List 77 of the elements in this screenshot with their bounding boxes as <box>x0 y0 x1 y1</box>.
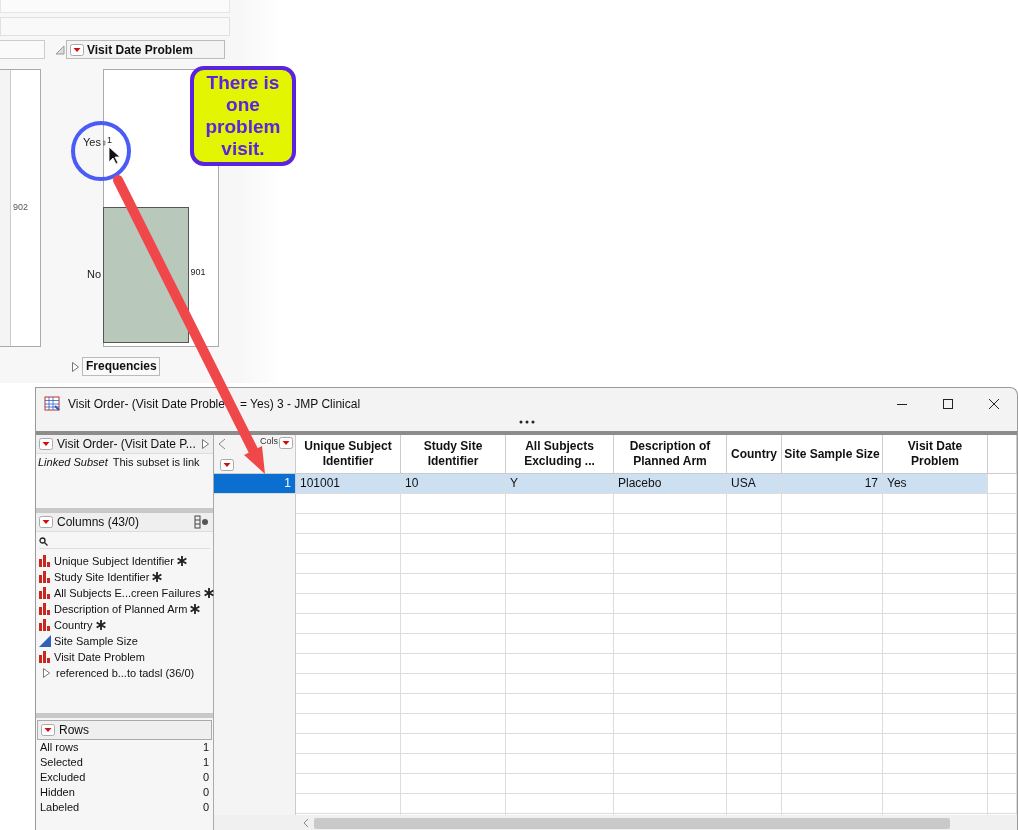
column-header[interactable]: Visit Date Problem <box>883 435 988 473</box>
table-row[interactable]: 1 101001 10 Y Placebo USA 17 Yes <box>214 474 1017 494</box>
category-label: No <box>86 268 101 280</box>
rows-count: 1 <box>202 740 209 755</box>
bar-chart-icon <box>39 555 51 567</box>
rows-label: Excluded <box>40 770 86 785</box>
column-name[interactable]: Country <box>54 619 93 631</box>
column-header[interactable]: Country <box>727 435 782 473</box>
corner-icon <box>55 44 65 55</box>
outline-header[interactable]: Frequencies <box>82 357 160 376</box>
column-name[interactable]: Study Site Identifier <box>54 571 150 583</box>
panel-title: Visit Order- (Visit Date P... <box>57 437 197 451</box>
rows-label: Hidden <box>40 785 75 800</box>
rows-label: Labeled <box>40 800 80 815</box>
column-header[interactable]: Study Site Identifier <box>401 435 506 473</box>
table-cell: Y <box>506 474 614 493</box>
disclosure-icon[interactable] <box>201 438 210 450</box>
ramp-icon <box>39 635 51 647</box>
bar-chart-icon <box>39 651 51 663</box>
window-title: = Yes) 3 - JMP Clinical <box>239 396 361 411</box>
bar-chart-icon <box>39 619 51 631</box>
property-name: Linked Subset <box>38 456 108 468</box>
panel-title: Columns (43/0) <box>57 515 141 529</box>
count-label: 902 <box>13 202 29 213</box>
table-cell: 101001 <box>296 474 401 493</box>
corner-label: Cols <box>260 436 278 446</box>
outline-header[interactable]: Visit Date Problem <box>66 40 225 59</box>
column-name[interactable]: Description of Planned Arm <box>54 603 188 615</box>
column-settings-icon[interactable] <box>194 515 210 529</box>
pointer-icon <box>108 146 121 165</box>
table-cell: Placebo <box>614 474 727 493</box>
dropdown-icon[interactable] <box>220 459 234 471</box>
column-name[interactable]: Site Sample Size <box>54 635 138 647</box>
column-header[interactable]: Unique Subject Identifier <box>296 435 401 473</box>
callout: There is one problem visit. <box>190 66 296 166</box>
column-group[interactable]: referenced b...to tadsl (36/0) <box>56 667 195 679</box>
count-label: 1 <box>107 135 112 145</box>
count-label: 901 <box>190 267 206 277</box>
highlight-circle <box>71 121 131 181</box>
table-cell: USA <box>727 474 782 493</box>
search-icon <box>39 536 48 546</box>
row-number[interactable]: 1 <box>214 474 296 493</box>
column-header[interactable]: All Subjects Excluding ... <box>506 435 614 473</box>
rows-count: 0 <box>202 785 209 800</box>
rows-count: 0 <box>202 800 209 815</box>
data-table-icon <box>44 395 60 412</box>
category-label: Yes <box>83 136 101 148</box>
disclosure-icon[interactable] <box>71 360 80 373</box>
horizontal-scrollbar[interactable] <box>214 815 1017 830</box>
table-cell: 17 <box>782 474 883 493</box>
column-name[interactable]: Visit Date Problem <box>54 651 145 663</box>
dropdown-icon[interactable] <box>41 724 55 736</box>
dropdown-icon[interactable] <box>279 437 293 449</box>
column-name[interactable]: Unique Subject Identifier <box>54 555 174 567</box>
rows-label: Selected <box>40 755 83 770</box>
dropdown-icon[interactable] <box>39 438 53 450</box>
property-value: This subset is link <box>112 456 200 468</box>
bar-chart-icon <box>39 603 51 615</box>
disclosure-icon[interactable] <box>42 667 51 679</box>
table-cell: 10 <box>401 474 506 493</box>
column-header[interactable]: Description of Planned Arm <box>614 435 727 473</box>
more-icon[interactable] <box>517 419 536 425</box>
column-header[interactable]: Site Sample Size <box>782 435 883 473</box>
dropdown-icon[interactable] <box>39 516 53 528</box>
bar <box>103 140 106 146</box>
rows-count: 0 <box>202 770 209 785</box>
table-cell: Yes <box>883 474 988 493</box>
dropdown-icon[interactable] <box>70 43 84 56</box>
column-name[interactable]: All Subjects E...creen Failures <box>54 587 201 599</box>
search-field[interactable] <box>39 534 210 549</box>
panel-title: Rows <box>59 723 90 737</box>
bar-chart-icon <box>39 571 51 583</box>
rows-count: 1 <box>202 755 209 770</box>
outline-title: Visit Date Problem <box>87 42 193 57</box>
rows-label: All rows <box>40 740 79 755</box>
window-title: Visit Order- (Visit Date Proble <box>68 396 225 411</box>
bar-chart-icon <box>39 587 51 599</box>
